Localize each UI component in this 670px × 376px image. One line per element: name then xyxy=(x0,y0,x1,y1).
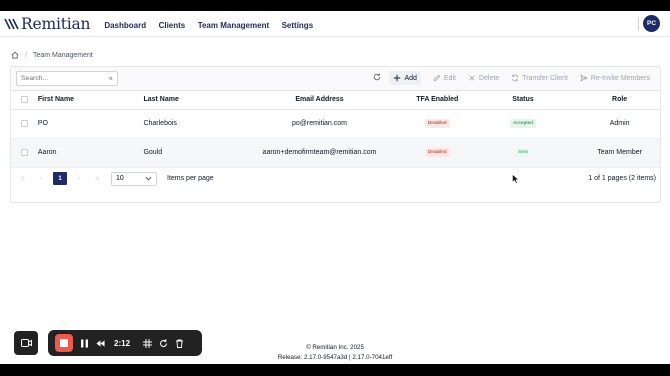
avatar-divider xyxy=(638,17,639,31)
cell-first-name: PO xyxy=(37,109,144,139)
avatar[interactable]: PC xyxy=(643,15,660,32)
reinvite-members-button[interactable]: Re-Invite Members xyxy=(579,74,650,82)
cell-tfa: Disabled xyxy=(407,109,467,139)
footer-release: Release: 2.17.0-9547a3d | 2.17.0-7041eff xyxy=(277,354,393,361)
column-header-last-name[interactable]: Last Name xyxy=(143,91,232,110)
table-header-row: First Name Last Name Email Address TFA E… xyxy=(11,91,660,110)
select-all-checkbox[interactable] xyxy=(20,96,28,104)
column-header-status[interactable]: Status xyxy=(466,91,580,110)
row-checkbox[interactable] xyxy=(20,148,28,156)
status-badge: Sent xyxy=(515,148,531,157)
team-grid: Add Edit Delete xyxy=(10,66,661,203)
row-checkbox[interactable] xyxy=(20,119,28,127)
status-badge: Accepted xyxy=(509,119,536,128)
search-input[interactable] xyxy=(21,75,109,82)
transfer-client-button[interactable]: Transfer Client xyxy=(511,74,568,82)
search-box xyxy=(16,71,118,86)
nav-team-management[interactable]: Team Management xyxy=(198,21,269,30)
search-icon[interactable] xyxy=(109,75,113,82)
cell-role: Team Member xyxy=(579,138,660,168)
nav-dashboard[interactable]: Dashboard xyxy=(104,21,146,30)
cell-email: po@remitian.com xyxy=(231,109,408,139)
transfer-client-label: Transfer Client xyxy=(522,74,568,82)
next-page-button[interactable]: › xyxy=(73,172,85,185)
delete-button[interactable]: Delete xyxy=(468,74,499,82)
cell-status: Accepted xyxy=(466,109,580,139)
pagination: |‹ ‹ 1 › ›| 10 Items per page 1 of 1 pag… xyxy=(11,168,660,190)
breadcrumb-current: Team Management xyxy=(32,51,93,59)
nav-settings[interactable]: Settings xyxy=(282,21,314,30)
items-per-page-label: Items per page xyxy=(167,175,214,182)
breadcrumb-separator: / xyxy=(25,51,27,59)
main-nav: Dashboard Clients Team Management Settin… xyxy=(104,15,321,33)
table-row[interactable]: Aaron Gould aaron+demofirmteam@remitian.… xyxy=(11,138,660,168)
row-select-cell xyxy=(11,109,38,139)
last-page-button[interactable]: ›| xyxy=(91,172,103,185)
chevron-down-icon xyxy=(145,176,152,181)
top-navbar: Remitian Dashboard Clients Team Manageme… xyxy=(0,11,670,37)
prev-page-button[interactable]: ‹ xyxy=(35,172,47,185)
column-header-role[interactable]: Role xyxy=(579,91,660,110)
send-icon xyxy=(579,74,588,82)
transfer-icon xyxy=(512,74,519,82)
close-icon xyxy=(469,75,475,81)
cell-last-name: Charlebois xyxy=(143,109,232,139)
edit-label: Edit xyxy=(443,74,456,82)
recording-toolbar: 2:12 xyxy=(48,330,202,356)
edit-button[interactable]: Edit xyxy=(433,74,456,82)
add-label: Add xyxy=(404,74,417,82)
cell-role: Admin xyxy=(579,109,660,139)
row-select-cell xyxy=(11,138,38,168)
column-header-email[interactable]: Email Address xyxy=(231,91,408,110)
page-number-current[interactable]: 1 xyxy=(53,172,67,185)
refresh-icon xyxy=(374,73,381,81)
mouse-cursor-icon xyxy=(512,174,519,184)
nav-clients[interactable]: Clients xyxy=(159,21,186,30)
app-frame: Remitian Dashboard Clients Team Manageme… xyxy=(0,11,670,364)
page-size-value: 10 xyxy=(116,175,124,182)
page-size-select[interactable]: 10 xyxy=(111,171,157,186)
page-info: 1 of 1 pages (2 items) xyxy=(588,174,656,182)
reinvite-members-label: Re-Invite Members xyxy=(590,74,650,82)
breadcrumb: / Team Management xyxy=(11,51,93,59)
camera-toggle-button[interactable] xyxy=(14,331,38,355)
tfa-badge: Disabled xyxy=(424,119,450,128)
toolbar-actions: Add Edit Delete Transfer Client Re-Invit… xyxy=(373,71,650,85)
cell-email: aaron+demofirmteam@remitian.com xyxy=(231,138,408,168)
cell-status: Sent xyxy=(466,138,580,168)
first-page-button[interactable]: |‹ xyxy=(17,172,29,185)
add-button[interactable]: Add xyxy=(389,71,421,85)
delete-label: Delete xyxy=(478,74,500,82)
logo-text: Remitian xyxy=(21,14,91,33)
grid-toolbar: Add Edit Delete xyxy=(11,67,660,91)
cell-tfa: Disabled xyxy=(407,138,467,168)
footer-copyright: © Remitian Inc. 2025 xyxy=(306,344,364,351)
refresh-button[interactable] xyxy=(373,73,381,83)
column-header-first-name[interactable]: First Name xyxy=(37,91,144,110)
cell-first-name: Aaron xyxy=(37,138,144,168)
pencil-icon xyxy=(433,74,441,82)
select-all-cell xyxy=(11,91,38,110)
table-row[interactable]: PO Charlebois po@remitian.com Disabled A… xyxy=(11,109,660,139)
column-header-tfa[interactable]: TFA Enabled xyxy=(407,91,467,110)
logo[interactable]: Remitian xyxy=(4,14,91,33)
team-table: First Name Last Name Email Address TFA E… xyxy=(11,91,660,168)
plus-icon xyxy=(394,74,401,82)
remitian-logo-icon xyxy=(4,18,19,29)
home-icon[interactable] xyxy=(11,51,19,59)
tfa-badge: Disabled xyxy=(424,148,450,157)
cell-last-name: Gould xyxy=(143,138,232,168)
